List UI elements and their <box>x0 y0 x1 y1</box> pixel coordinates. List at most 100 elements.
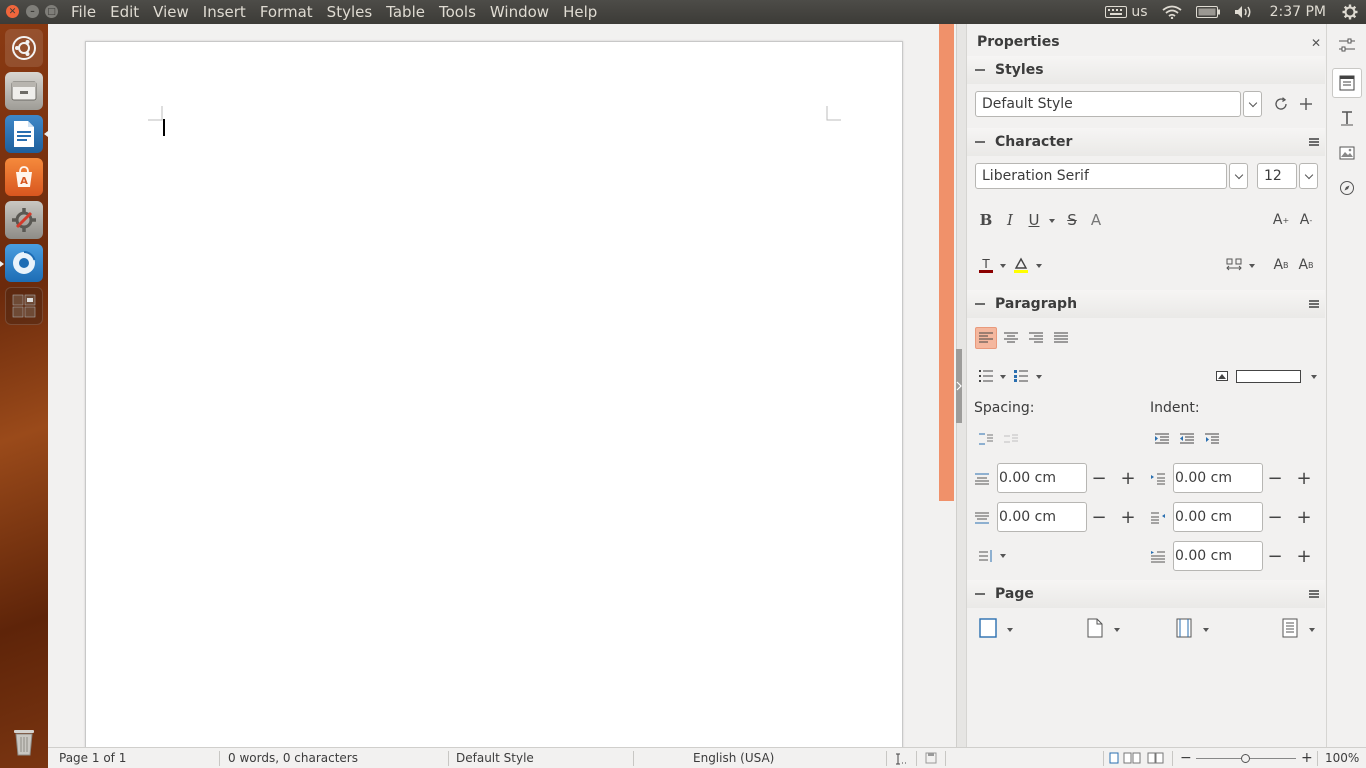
vertical-scrollbar[interactable] <box>939 24 954 501</box>
single-page-view-button[interactable] <box>1109 748 1119 768</box>
workspace-switcher-icon[interactable] <box>5 287 43 325</box>
menu-insert[interactable]: Insert <box>196 0 253 24</box>
before-indent-plus-button[interactable]: + <box>1293 467 1315 489</box>
word-count-status[interactable]: 0 words, 0 characters <box>228 748 358 768</box>
bullet-list-button[interactable] <box>975 365 997 387</box>
page-size-dropdown-icon[interactable] <box>1114 628 1120 632</box>
menu-edit[interactable]: Edit <box>103 0 146 24</box>
ubuntu-dash-icon[interactable] <box>5 29 43 67</box>
document-modified-status[interactable] <box>925 748 937 768</box>
line-spacing-dropdown-icon[interactable] <box>1000 554 1006 558</box>
window-close-button[interactable]: ✕ <box>6 5 19 18</box>
strikethrough-button[interactable]: S <box>1061 209 1083 231</box>
page-size-button[interactable] <box>1084 617 1106 639</box>
font-size-combo[interactable]: 12 <box>1257 163 1297 189</box>
page-margins-dropdown-icon[interactable] <box>1007 628 1013 632</box>
files-icon[interactable] <box>5 72 43 110</box>
page-count-status[interactable]: Page 1 of 1 <box>59 748 126 768</box>
wifi-indicator[interactable] <box>1162 0 1182 24</box>
deck-close-button[interactable]: ✕ <box>1311 36 1321 50</box>
subscript-button[interactable]: AB <box>1295 254 1317 276</box>
menu-help[interactable]: Help <box>556 0 604 24</box>
navigator-tab[interactable] <box>1332 173 1362 203</box>
hamburger-menu-icon[interactable] <box>1309 300 1319 308</box>
page-margins-button[interactable] <box>977 617 999 639</box>
insert-mode-status[interactable] <box>894 748 908 768</box>
update-style-button[interactable] <box>1270 93 1292 115</box>
align-right-button[interactable] <box>1025 327 1047 349</box>
justify-button[interactable] <box>1050 327 1072 349</box>
hamburger-menu-icon[interactable] <box>1309 590 1319 598</box>
gallery-tab[interactable] <box>1332 138 1362 168</box>
styles-section-header[interactable]: Styles <box>967 56 1325 84</box>
highlight-color-button[interactable] <box>1010 254 1032 276</box>
document-area[interactable] <box>48 24 956 747</box>
below-paragraph-spacing-field[interactable]: 0.00 cm <box>997 502 1087 532</box>
menu-table[interactable]: Table <box>379 0 432 24</box>
zoom-percentage[interactable]: 100% <box>1325 748 1359 768</box>
paragraph-background-dropdown-icon[interactable] <box>1311 375 1317 379</box>
after-indent-minus-button[interactable]: − <box>1264 506 1286 528</box>
italic-button[interactable]: I <box>999 209 1021 231</box>
menu-window[interactable]: Window <box>483 0 556 24</box>
before-indent-minus-button[interactable]: − <box>1264 467 1286 489</box>
font-color-dropdown-icon[interactable] <box>1000 264 1006 268</box>
zoom-slider-thumb[interactable] <box>1241 754 1250 763</box>
above-spacing-minus-button[interactable]: − <box>1088 467 1110 489</box>
properties-tab[interactable] <box>1332 68 1362 98</box>
menu-view[interactable]: View <box>146 0 196 24</box>
clock[interactable]: 2:37 PM <box>1270 0 1326 24</box>
above-paragraph-spacing-field[interactable]: 0.00 cm <box>997 463 1087 493</box>
first-line-indent-plus-button[interactable]: + <box>1293 545 1315 567</box>
first-line-indent-field[interactable]: 0.00 cm <box>1173 541 1263 571</box>
above-spacing-plus-button[interactable]: + <box>1117 467 1139 489</box>
system-settings-icon[interactable] <box>5 201 43 239</box>
decrease-indent-button[interactable] <box>1176 428 1198 450</box>
paragraph-background-color-swatch[interactable] <box>1236 370 1301 383</box>
below-spacing-minus-button[interactable]: − <box>1088 506 1110 528</box>
multi-page-view-button[interactable] <box>1123 748 1141 768</box>
numbered-list-dropdown-icon[interactable] <box>1036 375 1042 379</box>
superscript-button[interactable]: AB <box>1270 254 1292 276</box>
below-spacing-plus-button[interactable]: + <box>1117 506 1139 528</box>
software-center-icon[interactable]: A <box>5 158 43 196</box>
underline-dropdown-icon[interactable] <box>1049 219 1055 223</box>
window-minimize-button[interactable]: – <box>26 5 39 18</box>
before-text-indent-field[interactable]: 0.00 cm <box>1173 463 1263 493</box>
window-maximize-button[interactable]: □ <box>45 5 58 18</box>
sidebar-settings-tab[interactable] <box>1332 30 1362 60</box>
page-orientation-button[interactable] <box>1173 617 1195 639</box>
font-name-combo[interactable]: Liberation Serif <box>975 163 1227 189</box>
font-name-dropdown[interactable] <box>1229 163 1248 189</box>
menu-tools[interactable]: Tools <box>432 0 483 24</box>
hamburger-menu-icon[interactable] <box>1309 138 1319 146</box>
zoom-out-button[interactable]: − <box>1180 748 1192 768</box>
page-columns-button[interactable] <box>1279 617 1301 639</box>
page-style-status[interactable]: Default Style <box>456 748 534 768</box>
paragraph-section-header[interactable]: Paragraph <box>967 290 1325 318</box>
new-style-button[interactable] <box>1295 93 1317 115</box>
page-section-header[interactable]: Page <box>967 580 1325 608</box>
font-size-dropdown[interactable] <box>1299 163 1318 189</box>
character-spacing-dropdown-icon[interactable] <box>1249 264 1255 268</box>
book-view-button[interactable] <box>1147 748 1165 768</box>
increase-indent-button[interactable] <box>1151 428 1173 450</box>
document-page[interactable] <box>85 41 903 747</box>
language-status[interactable]: English (USA) <box>693 748 774 768</box>
bold-button[interactable]: B <box>975 209 997 231</box>
first-line-indent-minus-button[interactable]: − <box>1264 545 1286 567</box>
after-text-indent-field[interactable]: 0.00 cm <box>1173 502 1263 532</box>
styles-tab[interactable] <box>1332 103 1362 133</box>
page-orientation-dropdown-icon[interactable] <box>1203 628 1209 632</box>
battery-indicator[interactable] <box>1195 0 1220 24</box>
paragraph-background-color-button[interactable] <box>1211 365 1233 387</box>
character-spacing-button[interactable] <box>1223 254 1245 276</box>
align-center-button[interactable] <box>1000 327 1022 349</box>
font-color-button[interactable]: T <box>975 254 997 276</box>
after-indent-plus-button[interactable]: + <box>1293 506 1315 528</box>
decrease-font-size-button[interactable]: A- <box>1295 209 1317 231</box>
character-section-header[interactable]: Character <box>967 128 1325 156</box>
sidebar-collapse-handle[interactable] <box>956 349 962 423</box>
underline-button[interactable]: U <box>1023 209 1045 231</box>
hanging-indent-button[interactable] <box>1201 428 1223 450</box>
